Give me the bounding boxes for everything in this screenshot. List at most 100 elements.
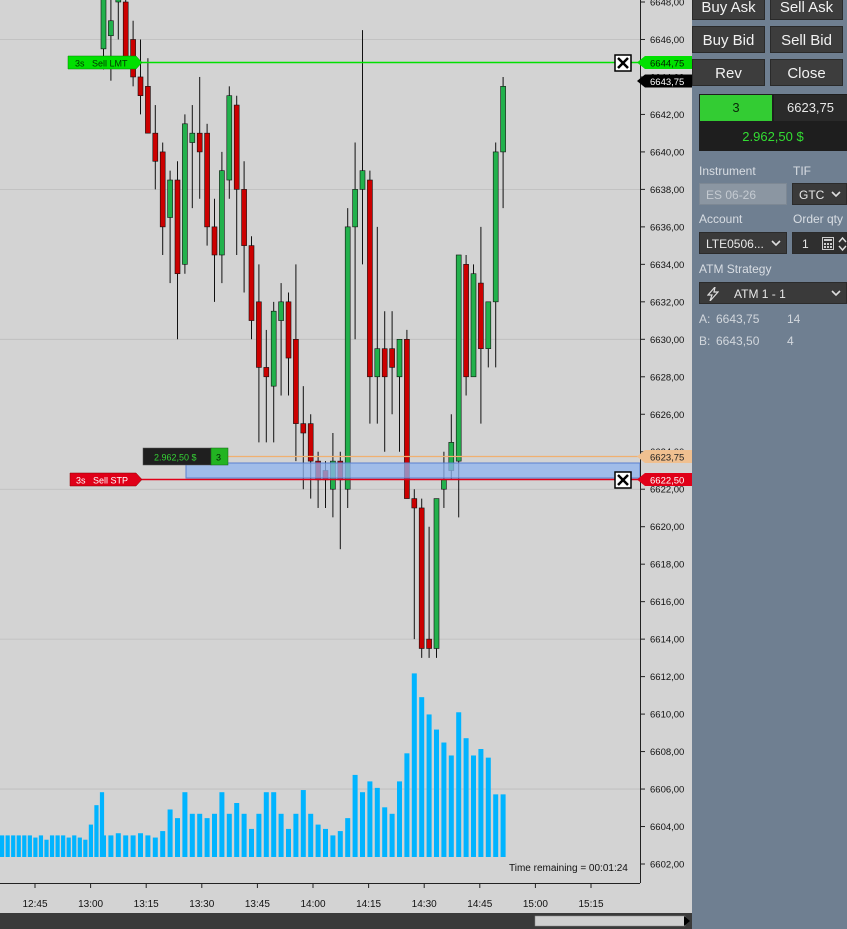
price-axis-label: 6604,00 [650,822,684,833]
price-axis-label: 6628,00 [650,372,684,383]
volume-bar [55,835,60,857]
candle-body [470,273,477,378]
tif-value: GTC [799,188,825,202]
candle-body [152,132,159,162]
candle-body [115,0,122,3]
price-axis-label: 6606,00 [650,785,684,796]
candle-body [211,226,218,256]
price-badge-last: 6643,75 [637,74,692,88]
chevron-down-icon [831,191,841,198]
position-summary: 3 6623,75 2.962,50 $ [699,94,847,151]
candle-body [418,507,425,649]
price-axis-label: 6636,00 [650,222,684,233]
candle-body [389,348,395,368]
volume-bar [367,781,373,857]
volume-bar [493,794,499,857]
spinner-arrows-icon[interactable] [838,235,847,253]
candle-body [226,95,233,181]
price-axis-label: 6626,00 [650,410,684,421]
order-qty-value: 1 [802,237,809,251]
volume-bar [72,835,77,857]
candle-body [352,189,358,228]
candle-body [374,348,381,378]
volume-bar [308,813,314,857]
volume-bar [197,813,203,857]
time-axis-label: 14:45 [467,899,492,910]
volume-bar [212,813,217,857]
volume-bar [160,831,166,857]
account-select[interactable]: LTE0506... [699,232,787,254]
candle-body [189,132,196,143]
volume-bar [456,712,462,857]
calculator-icon[interactable] [822,237,834,250]
candle-body [455,254,462,462]
order-qty-label: Order qty [793,212,844,226]
sell-bid-button[interactable]: Sell Bid [770,26,843,53]
chevron-down-icon [771,240,781,247]
candle-body [344,226,351,490]
scrollbar-thumb[interactable] [534,915,686,927]
volume-bar [123,835,129,857]
atm-strategy-value: ATM 1 - 1 [734,287,786,301]
price-axis-label: 6618,00 [650,560,684,571]
volume-bar [411,673,417,857]
close-position-button[interactable]: Close [770,59,843,86]
position-range-band [185,462,641,479]
bid-label: B: [699,334,711,348]
ask-size: 14 [787,312,801,326]
volume-bar [419,697,425,857]
candle-body [367,179,373,378]
volume-bar [182,792,188,857]
atm-strategy-select[interactable]: ATM 1 - 1 [699,282,847,304]
sell-ask-button[interactable]: Sell Ask [770,0,843,20]
tif-select[interactable]: GTC [792,183,847,205]
volume-bar [323,828,328,857]
volume-bar [11,835,16,857]
instrument-value: ES 06-26 [706,188,757,202]
volume-bar [226,813,232,857]
volume-bar [256,813,262,857]
chevron-down-icon [831,290,841,297]
candle-body [256,301,262,368]
price-chart[interactable]: 3s Sell LMT 2.962,50 $ 3 3s Sell STP 664… [0,0,692,929]
price-badge-position-text: 6623,75 [650,453,684,464]
reverse-button[interactable]: Rev [692,59,765,86]
time-axis-label: 13:00 [78,899,103,910]
buy-ask-button[interactable]: Buy Ask [692,0,765,20]
time-axis-label: 13:15 [134,899,159,910]
time-axis-label: 14:30 [412,899,437,910]
volume-bar [0,835,5,857]
volume-bar [345,818,351,857]
position-qty-text: 3 [216,453,221,463]
volume-bar [434,729,439,857]
candle-body [241,189,247,246]
volume-bar [204,818,210,857]
price-axis-label: 6610,00 [650,710,684,721]
candle-body [263,367,270,378]
buy-bid-button[interactable]: Buy Bid [692,26,765,53]
price-axis-label: 6614,00 [650,635,684,646]
price-axis-label: 6646,00 [650,35,684,46]
instrument-select: ES 06-26 [699,183,787,205]
volume-bar [389,813,395,857]
volume-bar [138,833,143,857]
atm-strategy-label: ATM Strategy [699,262,772,276]
volume-bar [167,809,173,857]
ask-label: A: [699,312,711,326]
bid-size: 4 [787,334,794,348]
candle-body [137,76,144,96]
price-badge-sell-limit: 6644,75 [637,56,692,70]
time-axis-label: 12:45 [22,899,47,910]
candle-body [204,132,210,228]
price-axis-label: 6630,00 [650,335,684,346]
candle-body [433,498,440,649]
volume-bar [485,757,491,857]
price-axis-label: 6602,00 [650,860,684,871]
cancel-stop-order-icon[interactable] [614,471,632,489]
volume-bar [175,818,180,857]
volume-bar [234,803,240,857]
price-axis-label: 6608,00 [650,747,684,758]
cancel-limit-order-icon[interactable] [614,54,632,72]
candle-body [219,170,225,256]
order-qty-stepper[interactable]: 1 [792,232,847,254]
